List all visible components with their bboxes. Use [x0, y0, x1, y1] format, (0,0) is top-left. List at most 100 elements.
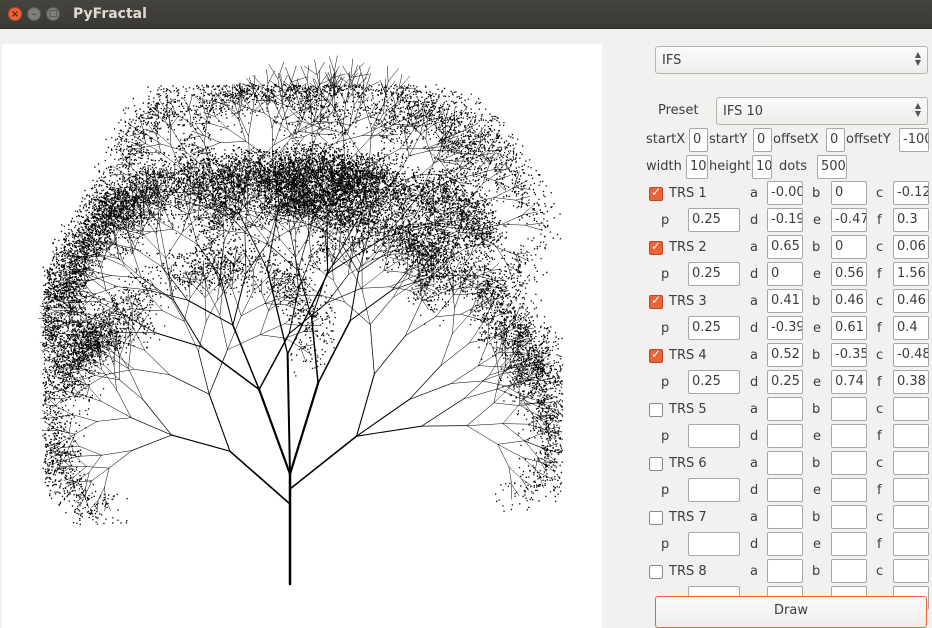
- coef-e-label: e: [813, 321, 821, 336]
- offsety-field[interactable]: -100: [899, 128, 929, 152]
- trs-checkbox[interactable]: [649, 347, 663, 363]
- trs-d-field[interactable]: -0.19: [767, 208, 803, 232]
- trs-d-field[interactable]: [767, 478, 803, 502]
- trs-f-field[interactable]: [893, 478, 929, 502]
- trs-checkbox[interactable]: [649, 185, 663, 201]
- trs-p-field[interactable]: [688, 478, 740, 502]
- trs-label: TRS 8: [669, 564, 707, 579]
- dots-field[interactable]: 500: [817, 155, 847, 179]
- trs-d-field[interactable]: -0.39: [767, 316, 803, 340]
- trs-c-field[interactable]: [893, 451, 929, 475]
- minimize-icon[interactable]: –: [27, 7, 41, 21]
- trs-a-field[interactable]: [767, 505, 803, 529]
- trs-a-field[interactable]: -0.00: [767, 181, 803, 205]
- trs-e-field[interactable]: [831, 478, 867, 502]
- coef-c-label: c: [876, 294, 884, 309]
- trs-b-field[interactable]: [831, 559, 867, 583]
- trs-c-field[interactable]: [893, 559, 929, 583]
- trs-b-field[interactable]: 0.46: [831, 289, 867, 313]
- trs-checkbox[interactable]: [649, 457, 663, 471]
- trs-p-field[interactable]: 0.25: [688, 316, 740, 340]
- trs-p-field[interactable]: 0.25: [688, 208, 740, 232]
- trs-p-field[interactable]: [688, 532, 740, 556]
- trs-e-field[interactable]: [831, 532, 867, 556]
- mode-select-value: IFS: [662, 53, 682, 68]
- close-icon[interactable]: ×: [8, 7, 22, 21]
- width-field[interactable]: 10: [686, 155, 708, 179]
- mode-select[interactable]: IFS ▲ ▼: [655, 46, 928, 74]
- height-field[interactable]: 10: [752, 155, 772, 179]
- trs-f-field[interactable]: [893, 532, 929, 556]
- trs-b-field[interactable]: [831, 397, 867, 421]
- coef-c-label: c: [876, 348, 884, 363]
- coef-p-label: p: [661, 483, 670, 498]
- starty-field[interactable]: 0: [753, 128, 772, 152]
- trs-a-field[interactable]: [767, 559, 803, 583]
- offsetx-label: offsetX: [773, 132, 819, 147]
- offsetx-field[interactable]: 0: [826, 128, 845, 152]
- coef-b-label: b: [812, 186, 821, 201]
- height-label: height: [709, 159, 751, 174]
- coef-a-label: a: [750, 186, 758, 201]
- trs-c-field[interactable]: 0.06: [893, 235, 929, 259]
- trs-p-field[interactable]: 0.25: [688, 262, 740, 286]
- trs-a-field[interactable]: 0.41: [767, 289, 803, 313]
- trs-c-field[interactable]: [893, 505, 929, 529]
- trs-checkbox[interactable]: [649, 511, 663, 525]
- coef-b-label: b: [812, 240, 821, 255]
- preset-select[interactable]: IFS 10 ▲ ▼: [716, 97, 928, 125]
- trs-d-field[interactable]: [767, 532, 803, 556]
- trs-f-field[interactable]: 1.56: [893, 262, 929, 286]
- trs-checkbox[interactable]: [649, 403, 663, 417]
- trs-d-field[interactable]: 0: [767, 262, 803, 286]
- trs-c-field[interactable]: -0.12: [893, 181, 929, 205]
- startx-label: startX: [646, 132, 686, 147]
- trs-d-field[interactable]: [767, 424, 803, 448]
- trs-f-field[interactable]: 0.38: [893, 370, 929, 394]
- trs-p-field[interactable]: [688, 424, 740, 448]
- coef-c-label: c: [876, 564, 884, 579]
- draw-button-label: Draw: [774, 603, 808, 618]
- trs-a-field[interactable]: 0.65: [767, 235, 803, 259]
- coef-e-label: e: [813, 537, 821, 552]
- trs-c-field[interactable]: -0.48: [893, 343, 929, 367]
- trs-checkbox[interactable]: [649, 565, 663, 579]
- dots-label: dots: [779, 159, 808, 174]
- trs-b-field[interactable]: [831, 505, 867, 529]
- spin-arrows-icon: ▲ ▼: [914, 50, 921, 67]
- coef-d-label: d: [750, 537, 759, 552]
- trs-e-field[interactable]: 0.56: [831, 262, 867, 286]
- trs-a-field[interactable]: [767, 451, 803, 475]
- coef-a-label: a: [750, 402, 758, 417]
- trs-checkbox[interactable]: [649, 293, 663, 309]
- trs-b-field[interactable]: 0: [831, 235, 867, 259]
- trs-e-field[interactable]: 0.61: [831, 316, 867, 340]
- startx-field[interactable]: 0: [689, 128, 708, 152]
- trs-e-field[interactable]: [831, 424, 867, 448]
- coef-a-label: a: [750, 294, 758, 309]
- trs-c-field[interactable]: 0.46: [893, 289, 929, 313]
- app-window: × – □ PyFractal IFS ▲ ▼ Preset IFS 10 ▲ ▼ …: [0, 0, 932, 628]
- trs-b-field[interactable]: 0: [831, 181, 867, 205]
- trs-f-field[interactable]: 0.4: [893, 316, 929, 340]
- tree-branches: [38, 55, 561, 586]
- trs-p-field[interactable]: 0.25: [688, 370, 740, 394]
- trs-a-field[interactable]: 0.52: [767, 343, 803, 367]
- coef-d-label: d: [750, 375, 759, 390]
- trs-a-field[interactable]: [767, 397, 803, 421]
- trs-c-field[interactable]: [893, 397, 929, 421]
- trs-e-field[interactable]: -0.47: [831, 208, 867, 232]
- draw-button[interactable]: Draw: [655, 596, 927, 628]
- trs-f-field[interactable]: 0.3: [893, 208, 929, 232]
- trs-b-field[interactable]: -0.35: [831, 343, 867, 367]
- coef-a-label: a: [750, 240, 758, 255]
- trs-label: TRS 6: [669, 456, 707, 471]
- trs-f-field[interactable]: [893, 424, 929, 448]
- maximize-icon[interactable]: □: [46, 7, 60, 21]
- trs-d-field[interactable]: 0.25: [767, 370, 803, 394]
- trs-b-field[interactable]: [831, 451, 867, 475]
- spin-arrows-icon: ▲ ▼: [914, 101, 921, 118]
- trs-label: TRS 5: [669, 402, 707, 417]
- trs-checkbox[interactable]: [649, 239, 663, 255]
- trs-e-field[interactable]: 0.74: [831, 370, 867, 394]
